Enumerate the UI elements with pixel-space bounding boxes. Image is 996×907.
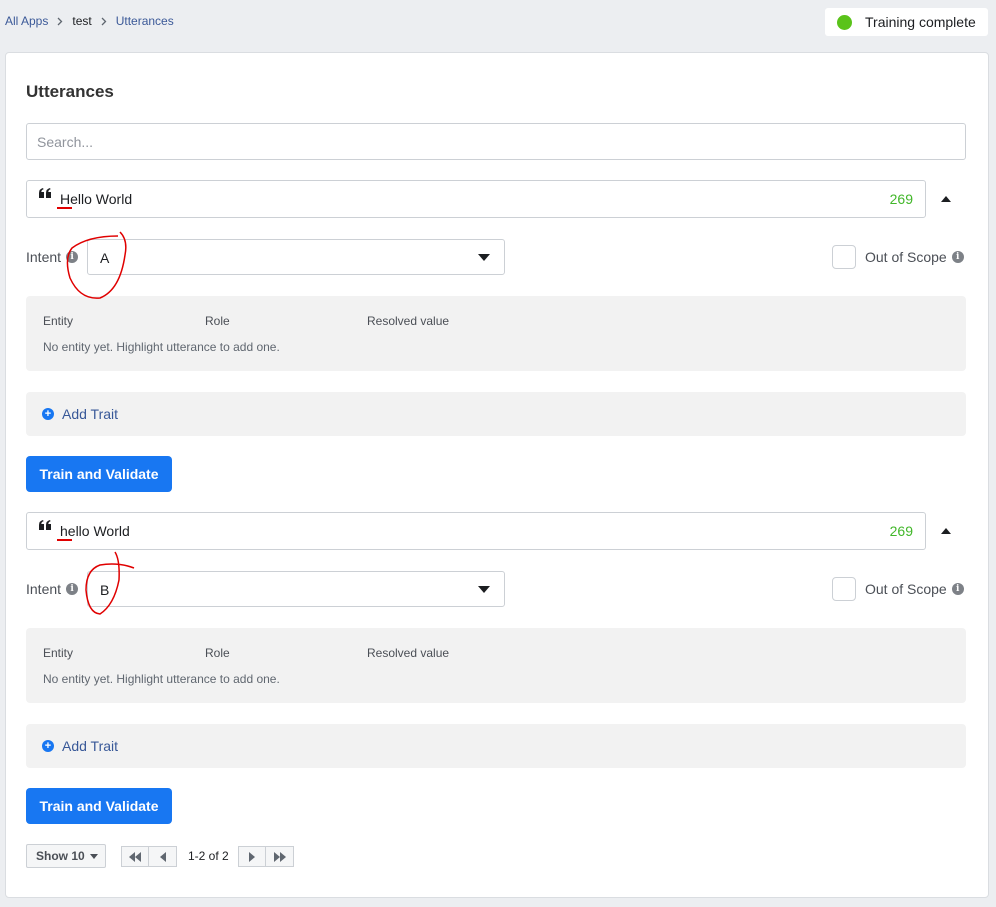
info-icon[interactable]: i — [66, 251, 79, 263]
add-trait-button[interactable]: + Add Trait — [26, 724, 966, 768]
add-trait-button[interactable]: + Add Trait — [26, 392, 966, 436]
add-trait-label: Add Trait — [62, 738, 119, 754]
chevron-up-icon — [941, 196, 951, 202]
out-of-scope-text: Out of Scope — [865, 581, 947, 597]
prev-page-button[interactable] — [149, 846, 177, 867]
last-page-button[interactable] — [266, 846, 294, 867]
intent-dropdown[interactable]: B — [87, 571, 505, 607]
entity-empty-text: No entity yet. Highlight utterance to ad… — [43, 672, 280, 686]
collapse-button[interactable] — [926, 512, 966, 550]
quote-icon — [39, 188, 51, 198]
out-of-scope-label: Out of Scope i — [865, 249, 964, 265]
chevron-up-icon — [941, 528, 951, 534]
utterance-block: hello World 269 Intent i B Out of Scope … — [26, 512, 966, 824]
pager-prev-group — [121, 846, 177, 867]
search-input[interactable] — [26, 123, 966, 160]
double-right-icon — [273, 851, 286, 862]
pager-next-group — [238, 846, 294, 867]
utterance-text[interactable]: hello World — [60, 523, 130, 539]
info-icon[interactable]: i — [66, 583, 79, 595]
chevron-right-icon — [57, 17, 63, 26]
out-of-scope-checkbox[interactable] — [832, 577, 856, 601]
plus-circle-icon: + — [42, 740, 54, 752]
entity-empty-text: No entity yet. Highlight utterance to ad… — [43, 340, 280, 354]
utterance-block: Hello World 269 Intent i A Out of Scope … — [26, 180, 966, 492]
entity-header: Entity — [43, 646, 74, 660]
entity-header: Entity — [43, 314, 74, 328]
caret-down-icon — [89, 853, 98, 859]
intent-value: A — [100, 250, 110, 266]
caret-down-icon — [478, 586, 490, 593]
intent-label-text: Intent — [26, 581, 62, 597]
quote-icon — [39, 520, 51, 530]
entity-panel: Entity Role Resolved value No entity yet… — [26, 296, 966, 371]
utterances-card: Utterances Hello World 269 Intent i A Ou… — [5, 52, 989, 898]
add-trait-label: Add Trait — [62, 406, 119, 422]
breadcrumb-current[interactable]: Utterances — [116, 14, 174, 28]
utterance-row[interactable]: hello World 269 — [26, 512, 926, 550]
resolved-value-header: Resolved value — [367, 314, 450, 328]
page-range: 1-2 of 2 — [188, 849, 229, 863]
resolved-value-header: Resolved value — [367, 646, 450, 660]
info-icon[interactable]: i — [951, 251, 964, 263]
intent-label: Intent i — [26, 249, 79, 265]
status-text: Training complete — [865, 14, 976, 30]
intent-label-text: Intent — [26, 249, 62, 265]
intent-label: Intent i — [26, 581, 79, 597]
train-validate-button[interactable]: Train and Validate — [26, 788, 172, 824]
status-dot-icon — [837, 14, 852, 30]
breadcrumb-app[interactable]: test — [72, 14, 91, 28]
utterance-text[interactable]: Hello World — [60, 191, 132, 207]
utterance-count: 269 — [889, 523, 913, 539]
first-page-button[interactable] — [121, 846, 149, 867]
out-of-scope-label: Out of Scope i — [865, 581, 964, 597]
right-icon — [249, 851, 255, 862]
utterance-count: 269 — [889, 191, 913, 207]
caret-down-icon — [478, 254, 490, 261]
utterance-row[interactable]: Hello World 269 — [26, 180, 926, 218]
page-size-select[interactable]: Show 10 — [26, 844, 106, 868]
role-header: Role — [205, 646, 230, 660]
double-left-icon — [129, 851, 141, 862]
info-icon[interactable]: i — [951, 583, 964, 595]
next-page-button[interactable] — [238, 846, 266, 867]
training-status-badge: Training complete — [825, 8, 988, 36]
train-validate-button[interactable]: Train and Validate — [26, 456, 172, 492]
out-of-scope-text: Out of Scope — [865, 249, 947, 265]
breadcrumb: All Apps test Utterances — [5, 14, 174, 28]
collapse-button[interactable] — [926, 180, 966, 218]
plus-circle-icon: + — [42, 408, 54, 420]
intent-value: B — [100, 582, 110, 598]
breadcrumb-all-apps[interactable]: All Apps — [5, 14, 48, 28]
left-icon — [159, 851, 166, 862]
chevron-right-icon — [101, 17, 107, 26]
page-size-label: Show 10 — [36, 849, 85, 863]
role-header: Role — [205, 314, 230, 328]
entity-panel: Entity Role Resolved value No entity yet… — [26, 628, 966, 703]
intent-dropdown[interactable]: A — [87, 239, 505, 275]
out-of-scope-checkbox[interactable] — [832, 245, 856, 269]
page-title: Utterances — [26, 82, 114, 101]
